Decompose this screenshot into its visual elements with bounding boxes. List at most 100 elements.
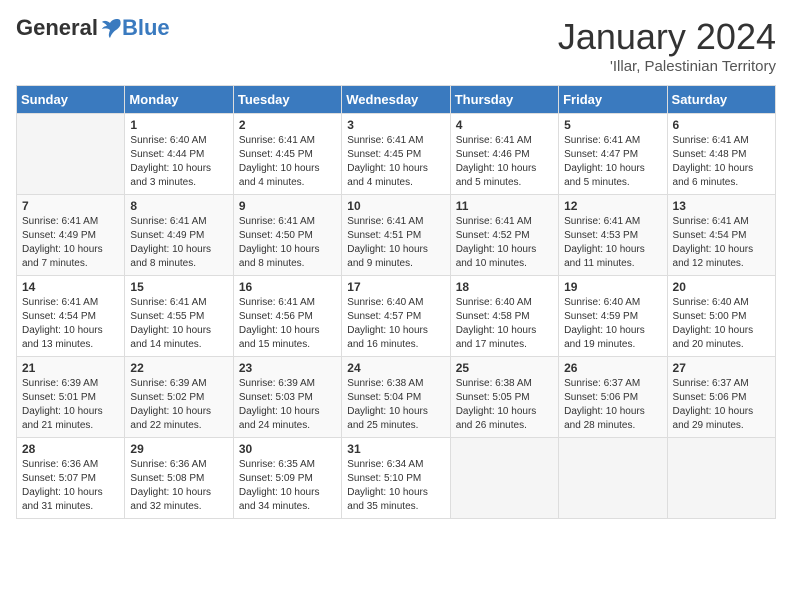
calendar-cell: 23 Sunrise: 6:39 AMSunset: 5:03 PMDayligh… bbox=[233, 357, 341, 438]
day-number: 13 bbox=[673, 199, 770, 213]
calendar-cell: 24 Sunrise: 6:38 AMSunset: 5:04 PMDayligh… bbox=[342, 357, 450, 438]
calendar-cell bbox=[667, 438, 775, 519]
calendar-cell: 27 Sunrise: 6:37 AMSunset: 5:06 PMDayligh… bbox=[667, 357, 775, 438]
calendar-cell: 3 Sunrise: 6:41 AMSunset: 4:45 PMDaylight… bbox=[342, 114, 450, 195]
calendar-cell: 29 Sunrise: 6:36 AMSunset: 5:08 PMDayligh… bbox=[125, 438, 233, 519]
day-info: Sunrise: 6:41 AMSunset: 4:47 PMDaylight:… bbox=[564, 134, 661, 190]
day-info: Sunrise: 6:41 AMSunset: 4:52 PMDaylight:… bbox=[456, 215, 553, 271]
col-header-tuesday: Tuesday bbox=[233, 86, 341, 114]
title-block: January 2024 'Illar, Palestinian Territo… bbox=[558, 16, 776, 75]
day-number: 7 bbox=[22, 199, 119, 213]
calendar-cell: 16Sunrise: 6:41 AMSunset: 4:56 PMDayligh… bbox=[233, 276, 341, 357]
col-header-wednesday: Wednesday bbox=[342, 86, 450, 114]
day-number: 29 bbox=[130, 442, 227, 456]
day-number: 3 bbox=[347, 118, 444, 132]
day-info: Sunrise: 6:41 AMSunset: 4:55 PMDaylight:… bbox=[130, 296, 227, 352]
calendar-cell: 17Sunrise: 6:40 AMSunset: 4:57 PMDayligh… bbox=[342, 276, 450, 357]
calendar-cell: 31Sunrise: 6:34 AMSunset: 5:10 PMDayligh… bbox=[342, 438, 450, 519]
day-info: Sunrise: 6:41 AMSunset: 4:50 PMDaylight:… bbox=[239, 215, 336, 271]
day-info: Sunrise: 6:41 AMSunset: 4:54 PMDaylight:… bbox=[22, 296, 119, 352]
col-header-friday: Friday bbox=[559, 86, 667, 114]
day-info: Sunrise: 6:41 AMSunset: 4:54 PMDaylight:… bbox=[673, 215, 770, 271]
day-number: 10 bbox=[347, 199, 444, 213]
day-info: Sunrise: 6:40 AMSunset: 4:44 PMDaylight:… bbox=[130, 134, 227, 190]
calendar-cell: 12Sunrise: 6:41 AMSunset: 4:53 PMDayligh… bbox=[559, 195, 667, 276]
calendar-cell: 13 Sunrise: 6:41 AMSunset: 4:54 PMDayligh… bbox=[667, 195, 775, 276]
day-info: Sunrise: 6:41 AMSunset: 4:45 PMDaylight:… bbox=[239, 134, 336, 190]
day-number: 1 bbox=[130, 118, 227, 132]
calendar-cell: 2 Sunrise: 6:41 AMSunset: 4:45 PMDaylight… bbox=[233, 114, 341, 195]
calendar-cell: 25 Sunrise: 6:38 AMSunset: 5:05 PMDayligh… bbox=[450, 357, 558, 438]
calendar-cell: 20 Sunrise: 6:40 AMSunset: 5:00 PMDayligh… bbox=[667, 276, 775, 357]
day-number: 15 bbox=[130, 280, 227, 294]
day-number: 25 bbox=[456, 361, 553, 375]
day-number: 6 bbox=[673, 118, 770, 132]
day-number: 4 bbox=[456, 118, 553, 132]
calendar-cell: 7Sunrise: 6:41 AMSunset: 4:49 PMDaylight… bbox=[17, 195, 125, 276]
day-info: Sunrise: 6:41 AMSunset: 4:49 PMDaylight:… bbox=[130, 215, 227, 271]
calendar-cell bbox=[450, 438, 558, 519]
calendar-cell bbox=[559, 438, 667, 519]
day-info: Sunrise: 6:36 AMSunset: 5:07 PMDaylight:… bbox=[22, 458, 119, 514]
col-header-saturday: Saturday bbox=[667, 86, 775, 114]
page-header: General Blue January 2024 'Illar, Palest… bbox=[16, 16, 776, 75]
day-number: 11 bbox=[456, 199, 553, 213]
logo: General Blue bbox=[16, 16, 170, 40]
day-number: 30 bbox=[239, 442, 336, 456]
day-number: 18 bbox=[456, 280, 553, 294]
day-info: Sunrise: 6:35 AMSunset: 5:09 PMDaylight:… bbox=[239, 458, 336, 514]
calendar-cell: 18 Sunrise: 6:40 AMSunset: 4:58 PMDayligh… bbox=[450, 276, 558, 357]
day-info: Sunrise: 6:40 AMSunset: 4:57 PMDaylight:… bbox=[347, 296, 444, 352]
day-number: 16 bbox=[239, 280, 336, 294]
calendar-cell: 22Sunrise: 6:39 AMSunset: 5:02 PMDayligh… bbox=[125, 357, 233, 438]
day-number: 12 bbox=[564, 199, 661, 213]
day-info: Sunrise: 6:39 AMSunset: 5:03 PMDaylight:… bbox=[239, 377, 336, 433]
day-number: 14 bbox=[22, 280, 119, 294]
day-number: 27 bbox=[673, 361, 770, 375]
day-info: Sunrise: 6:40 AMSunset: 4:58 PMDaylight:… bbox=[456, 296, 553, 352]
calendar-cell: 4Sunrise: 6:41 AMSunset: 4:46 PMDaylight… bbox=[450, 114, 558, 195]
day-number: 24 bbox=[347, 361, 444, 375]
day-info: Sunrise: 6:39 AMSunset: 5:02 PMDaylight:… bbox=[130, 377, 227, 433]
logo-general-text: General bbox=[16, 16, 98, 40]
day-number: 2 bbox=[239, 118, 336, 132]
calendar-cell: 19 Sunrise: 6:40 AMSunset: 4:59 PMDayligh… bbox=[559, 276, 667, 357]
day-info: Sunrise: 6:38 AMSunset: 5:05 PMDaylight:… bbox=[456, 377, 553, 433]
day-number: 28 bbox=[22, 442, 119, 456]
col-header-sunday: Sunday bbox=[17, 86, 125, 114]
day-number: 26 bbox=[564, 361, 661, 375]
calendar-cell: 9 Sunrise: 6:41 AMSunset: 4:50 PMDaylight… bbox=[233, 195, 341, 276]
calendar-cell: 6 Sunrise: 6:41 AMSunset: 4:48 PMDaylight… bbox=[667, 114, 775, 195]
calendar-cell: 10Sunrise: 6:41 AMSunset: 4:51 PMDayligh… bbox=[342, 195, 450, 276]
calendar-cell bbox=[17, 114, 125, 195]
calendar-cell: 26 Sunrise: 6:37 AMSunset: 5:06 PMDayligh… bbox=[559, 357, 667, 438]
day-number: 8 bbox=[130, 199, 227, 213]
day-number: 5 bbox=[564, 118, 661, 132]
day-number: 23 bbox=[239, 361, 336, 375]
calendar-cell: 8 Sunrise: 6:41 AMSunset: 4:49 PMDaylight… bbox=[125, 195, 233, 276]
day-info: Sunrise: 6:41 AMSunset: 4:45 PMDaylight:… bbox=[347, 134, 444, 190]
calendar-cell: 30 Sunrise: 6:35 AMSunset: 5:09 PMDayligh… bbox=[233, 438, 341, 519]
day-number: 20 bbox=[673, 280, 770, 294]
calendar-cell: 14 Sunrise: 6:41 AMSunset: 4:54 PMDayligh… bbox=[17, 276, 125, 357]
calendar-cell: 21 Sunrise: 6:39 AMSunset: 5:01 PMDayligh… bbox=[17, 357, 125, 438]
day-info: Sunrise: 6:41 AMSunset: 4:48 PMDaylight:… bbox=[673, 134, 770, 190]
calendar-cell: 28 Sunrise: 6:36 AMSunset: 5:07 PMDayligh… bbox=[17, 438, 125, 519]
day-number: 9 bbox=[239, 199, 336, 213]
day-info: Sunrise: 6:37 AMSunset: 5:06 PMDaylight:… bbox=[673, 377, 770, 433]
day-info: Sunrise: 6:37 AMSunset: 5:06 PMDaylight:… bbox=[564, 377, 661, 433]
col-header-thursday: Thursday bbox=[450, 86, 558, 114]
day-info: Sunrise: 6:38 AMSunset: 5:04 PMDaylight:… bbox=[347, 377, 444, 433]
day-info: Sunrise: 6:40 AMSunset: 5:00 PMDaylight:… bbox=[673, 296, 770, 352]
location-title: 'Illar, Palestinian Territory bbox=[558, 58, 776, 75]
calendar-cell: 1 Sunrise: 6:40 AMSunset: 4:44 PMDaylight… bbox=[125, 114, 233, 195]
day-number: 31 bbox=[347, 442, 444, 456]
day-info: Sunrise: 6:36 AMSunset: 5:08 PMDaylight:… bbox=[130, 458, 227, 514]
calendar-cell: 15 Sunrise: 6:41 AMSunset: 4:55 PMDayligh… bbox=[125, 276, 233, 357]
day-number: 19 bbox=[564, 280, 661, 294]
calendar-table: SundayMondayTuesdayWednesdayThursdayFrid… bbox=[16, 85, 776, 519]
calendar-cell: 5 Sunrise: 6:41 AMSunset: 4:47 PMDaylight… bbox=[559, 114, 667, 195]
day-info: Sunrise: 6:40 AMSunset: 4:59 PMDaylight:… bbox=[564, 296, 661, 352]
day-number: 21 bbox=[22, 361, 119, 375]
day-info: Sunrise: 6:39 AMSunset: 5:01 PMDaylight:… bbox=[22, 377, 119, 433]
